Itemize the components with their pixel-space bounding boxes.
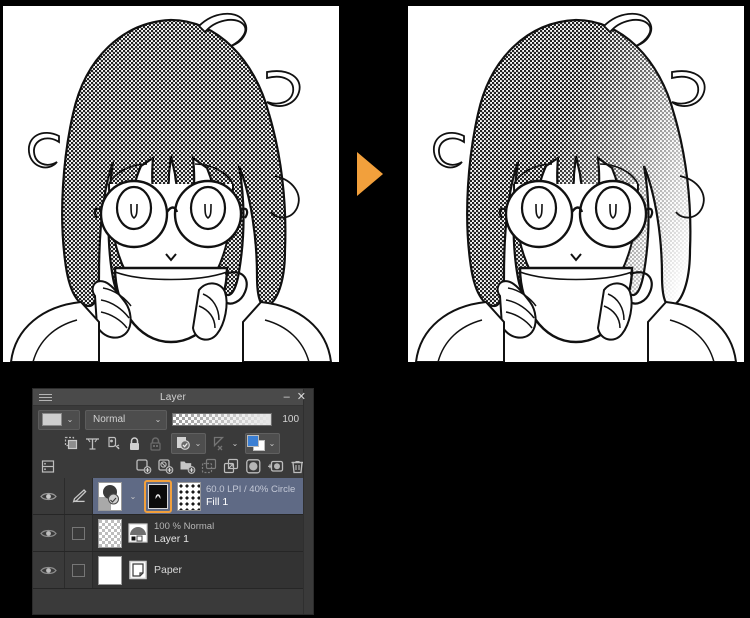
- ruler-dropdown[interactable]: ⌄: [208, 433, 243, 454]
- layer-mask-enabled-icon[interactable]: [173, 434, 192, 453]
- layer-labels: 100 % Normal Layer 1: [154, 521, 214, 545]
- combine-to-lower-layer-button[interactable]: [222, 457, 241, 476]
- layer-info-cell[interactable]: ⌄ 60.0 LPI / 40% Circle Fill 1: [93, 478, 313, 514]
- after-illustration-panel: [405, 3, 747, 365]
- screenshot-root: Layer – ✕ ⌄ Normal ⌄ 100 ⌄ ⌄ ⌄ ⌄ 60.0 LP…: [0, 0, 750, 618]
- layer-visibility-toggle[interactable]: [33, 478, 65, 514]
- raster-layer-icon: [127, 522, 149, 544]
- layer-mask-thumbnail[interactable]: [148, 483, 168, 509]
- chevron-down-icon[interactable]: ⌄: [266, 439, 278, 448]
- layer-labels: Paper: [154, 564, 182, 576]
- lock-layer-icon[interactable]: [125, 434, 144, 453]
- page-title: Layer: [159, 391, 186, 403]
- layer-visibility-toggle[interactable]: [33, 515, 65, 551]
- eye-icon: [40, 529, 57, 537]
- layer-visibility-toggle[interactable]: [33, 552, 65, 588]
- chevron-down-icon[interactable]: ⌄: [229, 439, 241, 448]
- layer-select-checkbox[interactable]: [65, 552, 93, 588]
- eye-icon: [40, 566, 57, 574]
- layer-thumbnail[interactable]: [98, 555, 122, 585]
- layer-info-cell[interactable]: Paper: [93, 552, 313, 588]
- paper-layer-icon: [127, 559, 149, 581]
- layer-list[interactable]: ⌄ 60.0 LPI / 40% Circle Fill 1 100 % Nor…: [33, 389, 313, 614]
- new-tone-layer-button[interactable]: [156, 457, 175, 476]
- layer-list-empty-area[interactable]: [33, 589, 313, 614]
- layer-thumbnail[interactable]: [98, 518, 122, 548]
- layer-info-cell[interactable]: 100 % Normal Layer 1: [93, 515, 313, 551]
- blend-mode-label: Normal: [93, 414, 126, 425]
- layer-edit-indicator[interactable]: [65, 478, 93, 514]
- chevron-down-icon: ⌄: [154, 415, 162, 424]
- layer-color-group[interactable]: ⌄: [245, 432, 280, 454]
- clip-to-layer-below-icon[interactable]: [62, 434, 81, 453]
- chevron-down-icon[interactable]: ⌄: [127, 492, 139, 501]
- transfer-to-lower-layer-button[interactable]: [200, 457, 219, 476]
- layer-name: Paper: [154, 564, 183, 576]
- selected-mask-highlight[interactable]: [144, 479, 172, 513]
- table-row[interactable]: ⌄ 60.0 LPI / 40% Circle Fill 1: [33, 478, 313, 515]
- before-illustration-panel: [0, 3, 342, 365]
- eye-icon: [40, 492, 57, 500]
- layer-select-checkbox[interactable]: [65, 515, 93, 551]
- process-arrow-right-icon: [357, 152, 383, 196]
- apply-mask-to-layer-button[interactable]: [266, 457, 285, 476]
- layer-list-scrollbar[interactable]: [303, 389, 313, 614]
- layer-color-swatch: [42, 413, 62, 426]
- new-layer-folder-button[interactable]: [178, 457, 197, 476]
- layer-palette-window: Layer – ✕ ⌄ Normal ⌄ 100 ⌄ ⌄ ⌄ ⌄ 60.0 LP…: [32, 388, 314, 615]
- minimize-button[interactable]: –: [284, 391, 290, 403]
- lock-transparent-pixels-icon[interactable]: [83, 434, 102, 453]
- after-artwork: [408, 6, 744, 362]
- layer-name: Layer 1: [154, 533, 190, 545]
- checkbox[interactable]: [72, 563, 85, 577]
- before-artwork: [3, 6, 339, 362]
- chevron-down-icon[interactable]: ⌄: [192, 439, 204, 448]
- layer-mask-dropdown[interactable]: ⌄: [171, 432, 206, 454]
- lock-alpha-icon-disabled[interactable]: [146, 434, 165, 453]
- table-row[interactable]: Paper: [33, 552, 313, 589]
- pencil-edit-icon: [72, 489, 87, 503]
- create-layer-mask-button[interactable]: [244, 457, 263, 476]
- layer-palette-titlebar: Layer – ✕: [33, 389, 313, 406]
- layer-thumbnail[interactable]: [98, 481, 122, 511]
- layer-properties-row: ⌄ Normal ⌄ 100 ▲ ▼: [33, 406, 313, 431]
- chevron-down-icon: ⌄: [66, 415, 74, 424]
- blend-mode-dropdown[interactable]: Normal ⌄: [85, 409, 167, 430]
- opacity-slider[interactable]: [172, 413, 273, 426]
- ruler-disabled-icon[interactable]: [210, 434, 229, 453]
- opacity-slider-handle[interactable]: [270, 414, 272, 425]
- layer-opacity-blend: 100 % Normal: [154, 521, 215, 532]
- opacity-gradient: [173, 414, 272, 425]
- opacity-value[interactable]: 100: [275, 414, 299, 425]
- layer-labels: 60.0 LPI / 40% Circle Fill 1: [206, 484, 295, 508]
- palette-settings-icon[interactable]: [39, 457, 58, 476]
- checkbox[interactable]: [72, 526, 85, 540]
- layer-lock-toolbar: ⌄ ⌄ ⌄: [33, 431, 313, 455]
- close-icon[interactable]: ✕: [297, 391, 306, 403]
- tone-pattern-thumbnail[interactable]: [177, 481, 201, 511]
- layer-name: Fill 1: [206, 496, 229, 508]
- layer-color-picker[interactable]: [247, 435, 266, 451]
- foreground-color-swatch[interactable]: [247, 435, 259, 447]
- layer-tone-info: 60.0 LPI / 40% Circle: [206, 484, 296, 495]
- lock-layer-position-icon[interactable]: [104, 434, 123, 453]
- table-row[interactable]: 100 % Normal Layer 1: [33, 515, 313, 552]
- layer-action-toolbar: [33, 455, 313, 478]
- new-raster-layer-button[interactable]: [134, 457, 153, 476]
- layer-color-swatch-dropdown[interactable]: ⌄: [38, 409, 80, 430]
